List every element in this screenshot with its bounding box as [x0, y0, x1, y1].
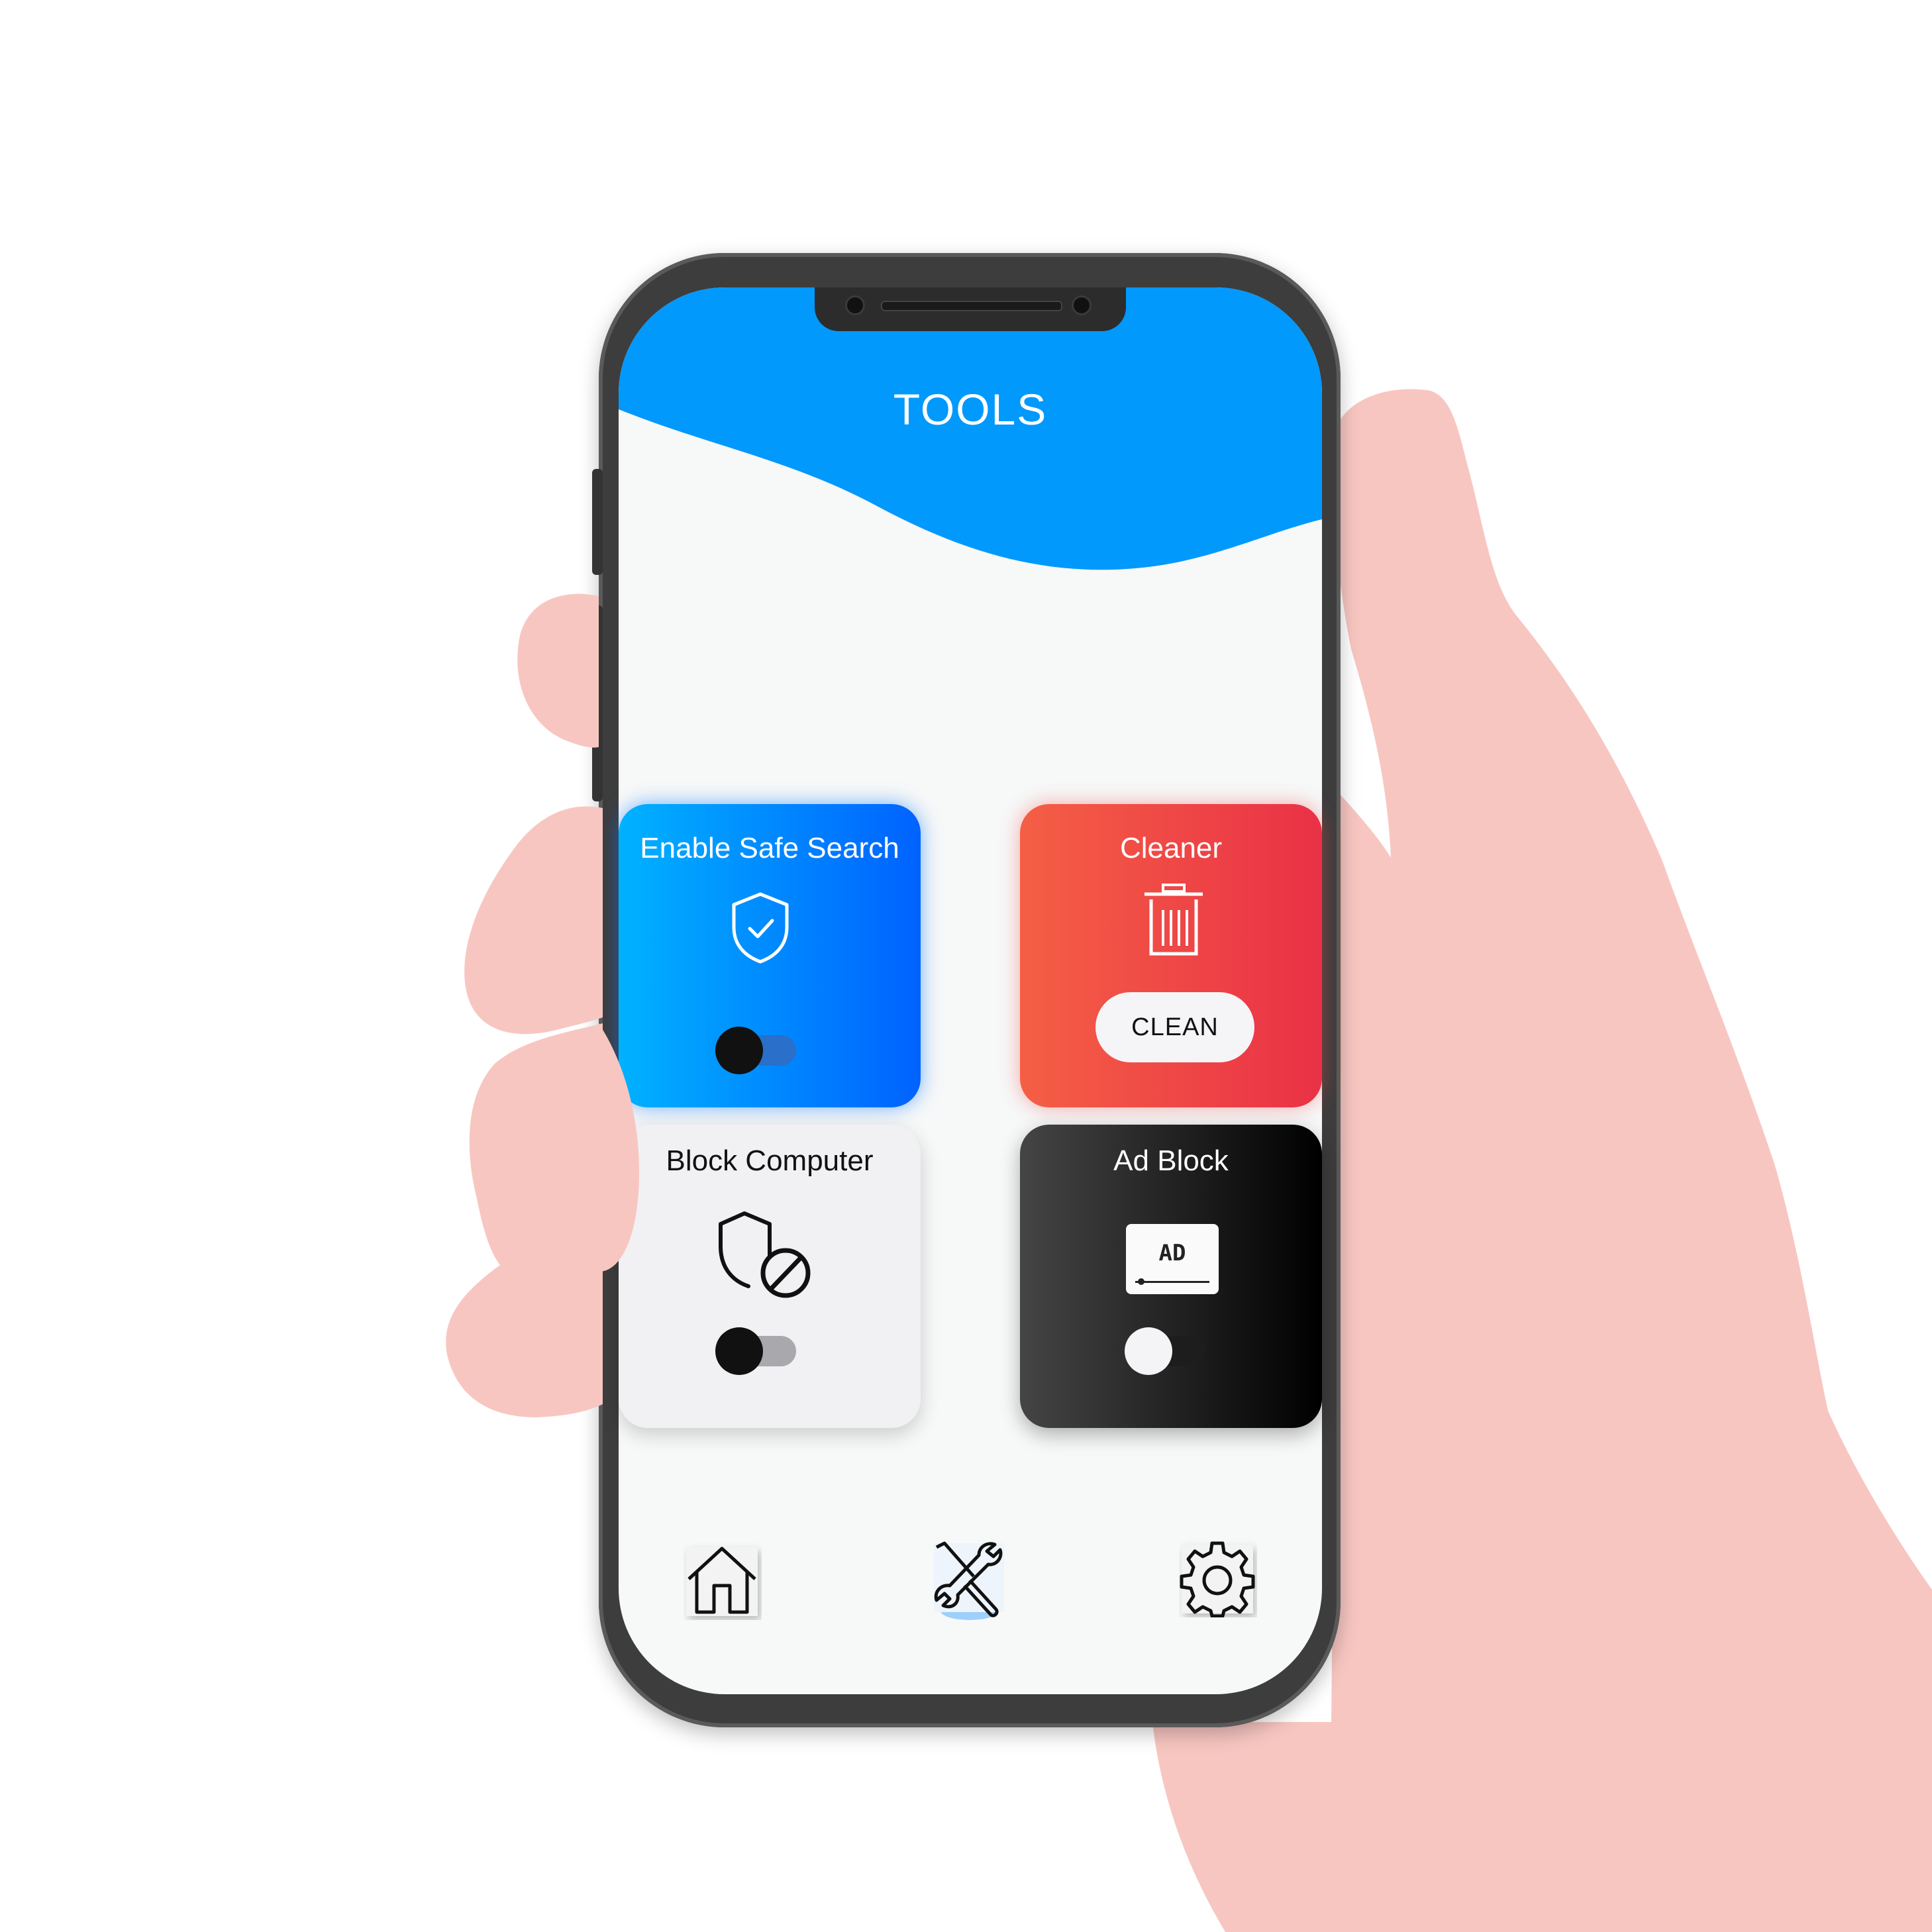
nav-home-button[interactable]: [684, 1542, 762, 1620]
ad-icon-progress-dot: [1138, 1278, 1144, 1285]
cleaner-label: Cleaner: [1119, 832, 1223, 864]
page-title: TOOLS: [893, 385, 1048, 434]
tools-icon: [934, 1541, 1004, 1620]
header-wave: [619, 287, 1322, 570]
phone-sensor: [1072, 295, 1092, 315]
ad-block-label: Ad Block: [1113, 1144, 1229, 1177]
safe-search-card: Enable Safe Search: [619, 804, 921, 1107]
safe-search-toggle[interactable]: [715, 1027, 800, 1074]
ad-icon: AD: [1126, 1224, 1219, 1294]
nav-settings-button[interactable]: [1179, 1539, 1257, 1618]
ad-block-card: Ad Block AD: [1020, 1125, 1322, 1428]
phone-camera: [845, 295, 865, 315]
shield-block-icon: [719, 1211, 811, 1298]
nav-tools-button[interactable]: [930, 1538, 1008, 1620]
trash-icon: [1144, 884, 1203, 956]
phone-side-button: [592, 821, 603, 1017]
toggle-knob: [715, 1027, 763, 1074]
block-computer-toggle[interactable]: [715, 1327, 800, 1375]
block-computer-label: Block Computer: [666, 1144, 874, 1177]
phone-speaker: [881, 301, 1062, 311]
shield-check-icon: [732, 892, 789, 964]
safe-search-label: Enable Safe Search: [640, 832, 899, 864]
clean-button[interactable]: CLEAN: [1095, 992, 1254, 1062]
phone-side-button: [592, 469, 603, 575]
toggle-knob: [1125, 1327, 1172, 1375]
block-computer-card: Block Computer: [619, 1125, 921, 1428]
cleaner-card: Cleaner CLEAN: [1020, 804, 1322, 1107]
ad-icon-text: AD: [1158, 1240, 1186, 1266]
ad-icon-progress-line: [1135, 1281, 1209, 1283]
gear-icon: [1180, 1541, 1255, 1618]
ad-block-toggle[interactable]: [1125, 1327, 1209, 1375]
phone-side-button: [592, 605, 603, 801]
toggle-knob: [715, 1327, 763, 1375]
home-icon: [686, 1547, 758, 1616]
